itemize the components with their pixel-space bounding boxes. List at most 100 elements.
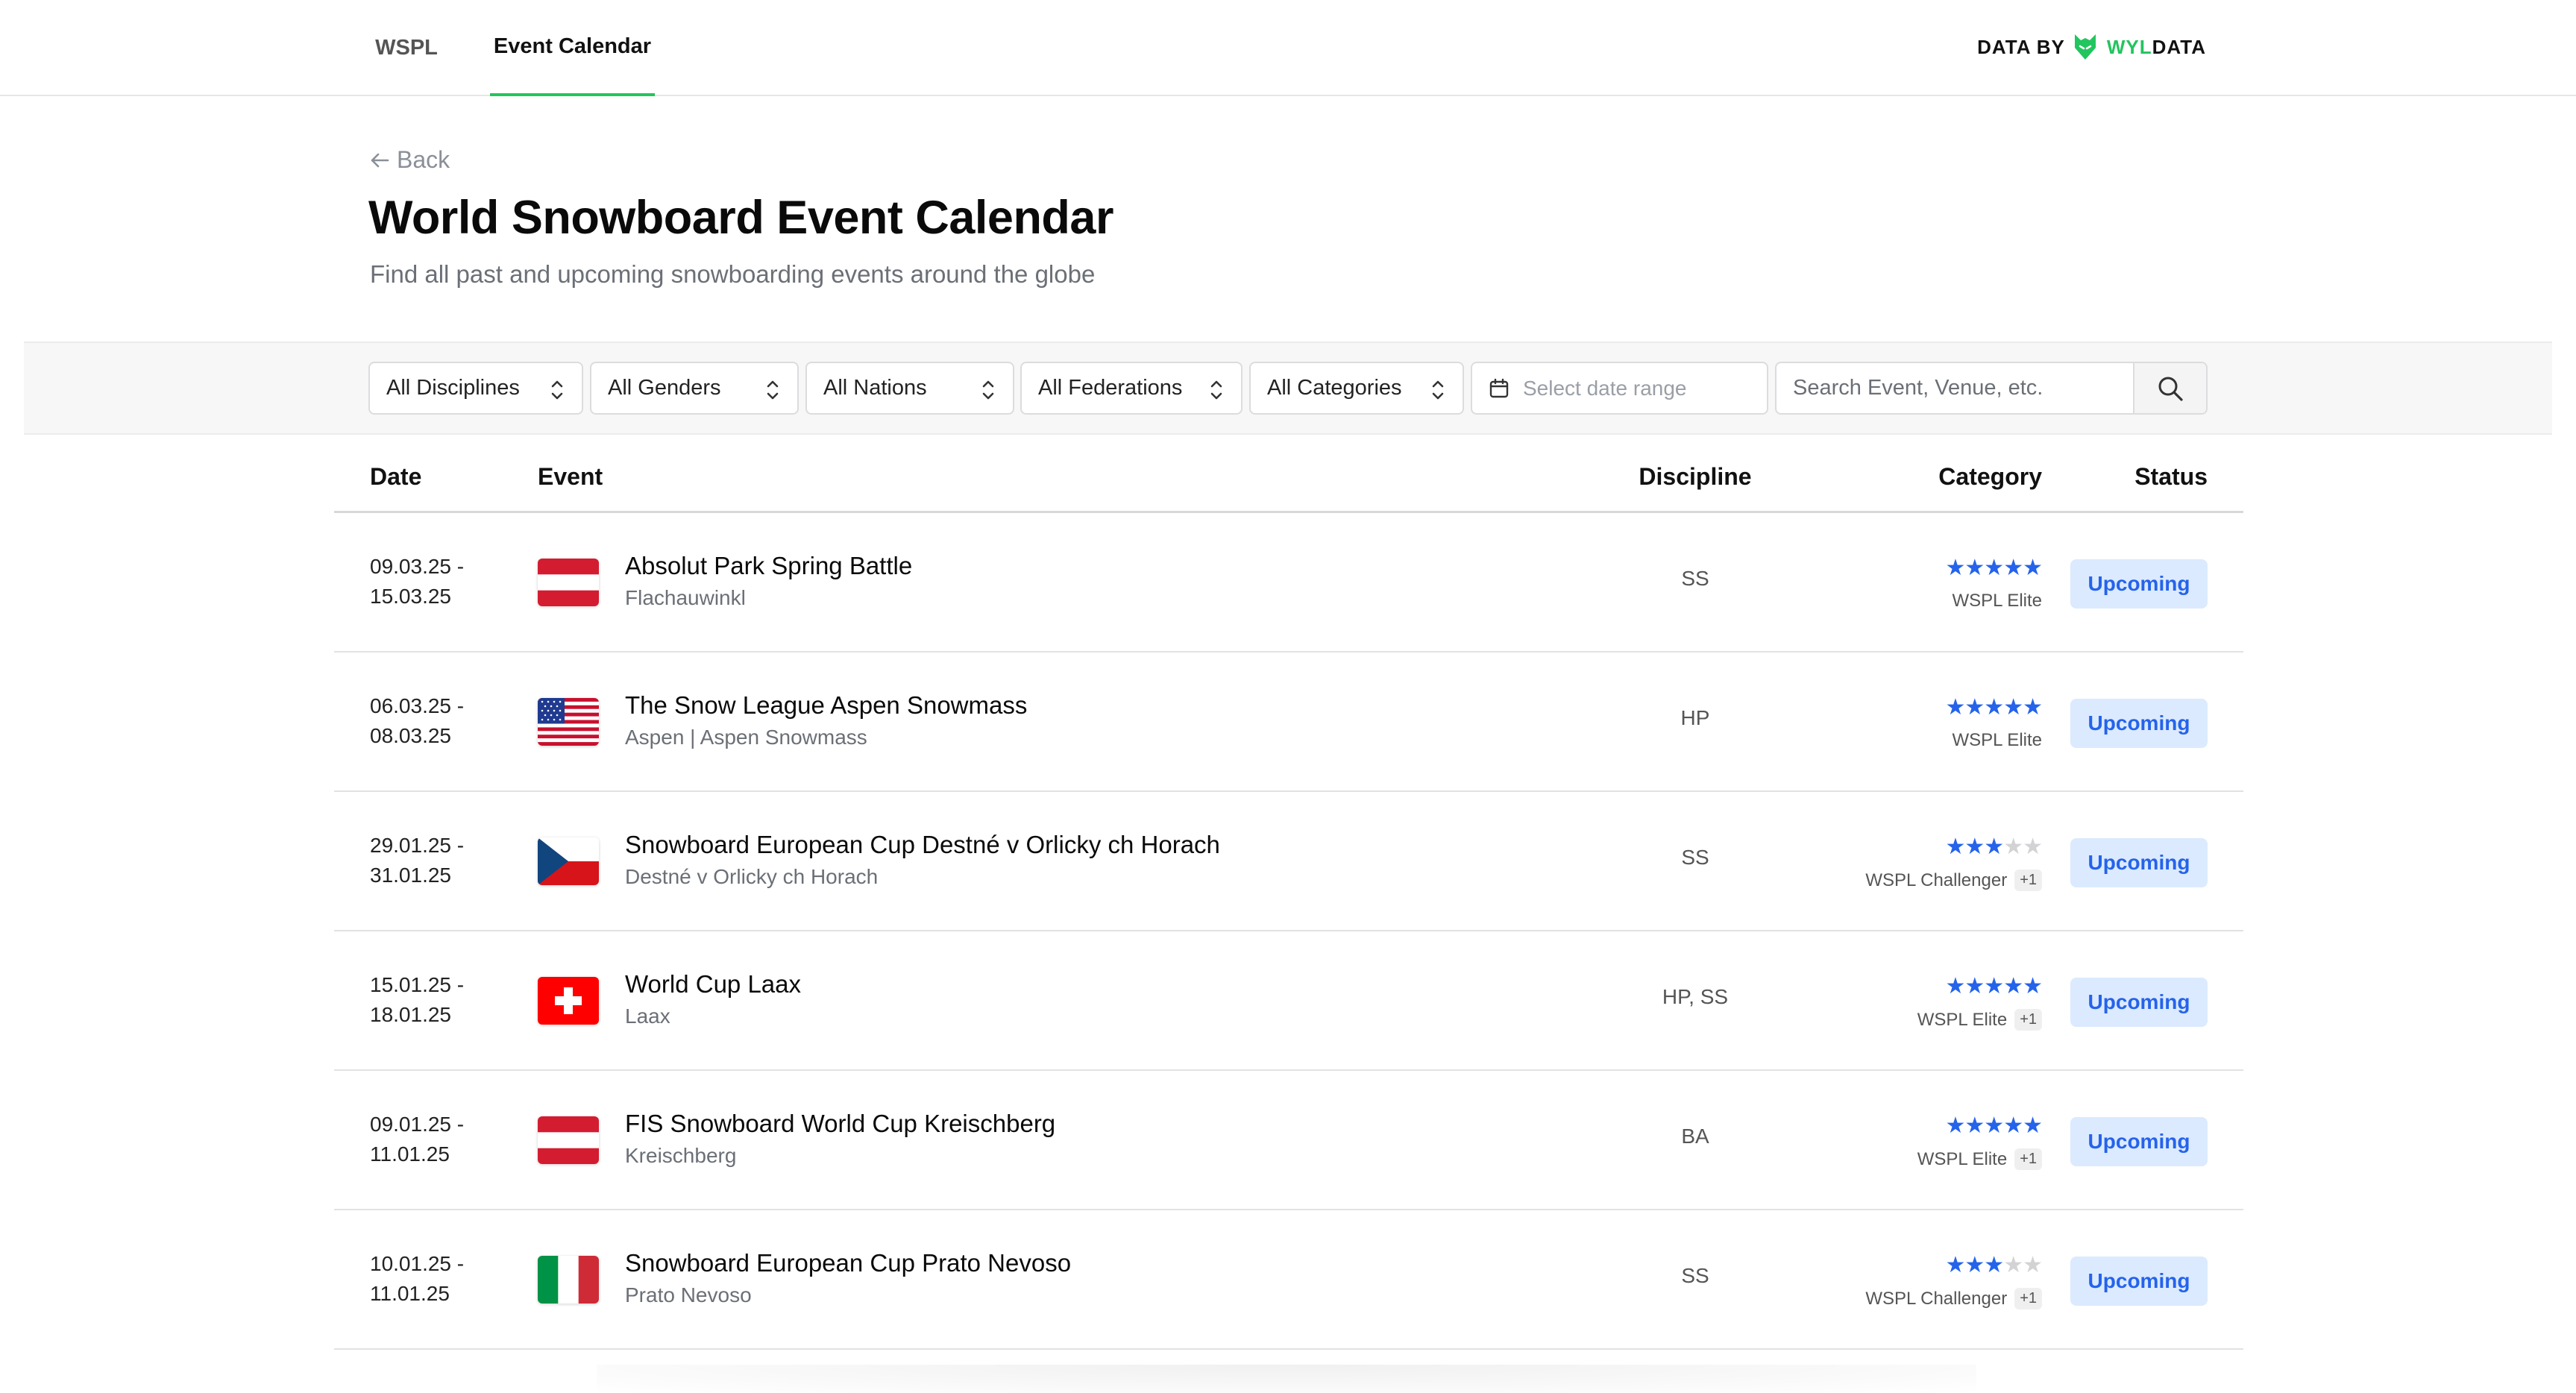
status-badge[interactable]: Upcoming xyxy=(2070,838,2208,887)
column-header-category[interactable]: Category xyxy=(1878,440,2042,513)
star-icon: ★ xyxy=(1964,1113,1985,1138)
category-star-rating: ★★★★★ xyxy=(1878,834,2043,859)
event-name-link[interactable]: Snowboard European Cup Destné v Orlicky … xyxy=(625,831,1220,859)
event-date-end: 08.03.25 xyxy=(370,724,451,747)
nation-flag xyxy=(538,1256,599,1304)
status-badge[interactable]: Upcoming xyxy=(2070,699,2208,748)
column-header-discipline[interactable]: Discipline xyxy=(1602,440,1788,513)
star-icon: ★ xyxy=(2003,556,2023,580)
table-row[interactable]: 10.01.25 - 11.01.25 Snowboard European Cu… xyxy=(334,1210,2243,1350)
tab-wspl[interactable]: WSPL xyxy=(362,0,451,96)
star-icon: ★ xyxy=(2003,974,2023,999)
disciplines-select-value: All Disciplines xyxy=(386,376,520,400)
nation-flag xyxy=(538,698,599,746)
star-icon: ★ xyxy=(1945,834,1965,859)
star-icon: ★ xyxy=(1984,834,2004,859)
event-name-link[interactable]: Absolut Park Spring Battle xyxy=(625,552,912,580)
event-discipline: HP xyxy=(1680,706,1710,729)
search-input[interactable] xyxy=(1777,363,2134,413)
category-label: WSPL Elite xyxy=(1917,1009,2008,1030)
table-row[interactable]: 09.03.25 - 15.03.25 Absolut Park Spring B… xyxy=(334,513,2243,653)
table-row[interactable]: 29.01.25 - 31.01.25 Snowboard European Cu… xyxy=(334,792,2243,931)
category-star-rating: ★★★★★ xyxy=(1878,1253,2043,1277)
category-label-group: WSPL Elite +1 xyxy=(1751,1009,2042,1031)
column-header-date[interactable]: Date xyxy=(370,440,421,513)
search-button[interactable] xyxy=(2133,363,2206,413)
event-date-end: 11.01.25 xyxy=(370,1142,450,1166)
table-row[interactable]: 06.03.25 - 08.03.25 The Snow League Aspen… xyxy=(334,653,2243,792)
page-title: World Snowboard Event Calendar xyxy=(368,192,1113,244)
event-date: 10.01.25 - 11.01.25 xyxy=(370,1249,504,1309)
event-date-end: 31.01.25 xyxy=(370,864,451,887)
austria-flag-icon xyxy=(538,1116,599,1164)
star-icon: ★ xyxy=(1945,556,1965,580)
event-date: 06.03.25 - 08.03.25 xyxy=(370,691,504,751)
event-name-link[interactable]: Snowboard European Cup Prato Nevoso xyxy=(625,1249,1071,1277)
event-discipline: SS xyxy=(1681,846,1709,869)
event-date-start: 09.03.25 - xyxy=(370,555,465,578)
event-date-end: 15.03.25 xyxy=(370,585,451,608)
column-header-event[interactable]: Event xyxy=(538,440,603,513)
star-icon: ★ xyxy=(1945,974,1965,999)
category-extra-badge[interactable]: +1 xyxy=(2014,1148,2042,1170)
category-extra-badge[interactable]: +1 xyxy=(2014,1009,2042,1031)
date-range-input[interactable] xyxy=(1523,376,1747,400)
date-range-picker[interactable] xyxy=(1471,362,1768,415)
category-label: WSPL Elite xyxy=(1917,1148,2008,1169)
nations-select[interactable]: All Nations xyxy=(805,362,1014,415)
status-badge[interactable]: Upcoming xyxy=(2070,978,2208,1027)
event-date-end: 11.01.25 xyxy=(370,1282,450,1305)
event-name-link[interactable]: FIS Snowboard World Cup Kreischberg xyxy=(625,1110,1055,1138)
table-row[interactable]: 09.01.25 - 11.01.25 FIS Snowboard World C… xyxy=(334,1071,2243,1210)
categories-select-value: All Categories xyxy=(1267,376,1402,400)
back-link[interactable]: Back xyxy=(368,146,450,174)
genders-select[interactable]: All Genders xyxy=(590,362,799,415)
event-discipline: BA xyxy=(1681,1125,1709,1148)
event-name-link[interactable]: The Snow League Aspen Snowmass xyxy=(625,691,1027,720)
star-icon: ★ xyxy=(2023,556,2043,580)
top-navigation: WSPL Event Calendar DATA BY WYL DATA xyxy=(0,0,2576,96)
column-header-status[interactable]: Status xyxy=(2064,440,2208,513)
table-row[interactable]: 15.01.25 - 18.01.25 World Cup Laax Laax H… xyxy=(334,931,2243,1071)
star-icon: ★ xyxy=(1984,1253,2004,1277)
arrow-left-icon xyxy=(371,153,389,167)
tab-event-calendar[interactable]: Event Calendar xyxy=(490,0,655,96)
event-date-start: 15.01.25 - xyxy=(370,973,465,996)
event-discipline: SS xyxy=(1681,567,1709,590)
category-star-rating: ★★★★★ xyxy=(1878,1113,2043,1138)
star-icon: ★ xyxy=(1945,1253,1965,1277)
brand-logo[interactable]: DATA BY WYL DATA xyxy=(1977,33,2206,61)
nation-flag xyxy=(538,559,599,606)
event-venue: Destné v Orlicky ch Horach xyxy=(625,865,879,888)
star-icon: ★ xyxy=(2023,1113,2043,1138)
categories-select[interactable]: All Categories xyxy=(1249,362,1464,415)
category-extra-badge[interactable]: +1 xyxy=(2014,1288,2042,1309)
star-icon: ★ xyxy=(2003,1253,2023,1277)
austria-flag-icon xyxy=(538,559,599,606)
status-badge[interactable]: Upcoming xyxy=(2070,559,2208,609)
wolf-logo-icon xyxy=(2074,34,2096,60)
star-icon: ★ xyxy=(2003,695,2023,720)
disciplines-select[interactable]: All Disciplines xyxy=(368,362,583,415)
search-box xyxy=(1775,362,2208,415)
category-extra-badge[interactable]: +1 xyxy=(2014,870,2042,891)
event-date: 15.01.25 - 18.01.25 xyxy=(370,970,504,1030)
star-icon: ★ xyxy=(1984,556,2004,580)
page-subtitle: Find all past and upcoming snowboarding … xyxy=(370,260,1096,288)
event-name-link[interactable]: World Cup Laax xyxy=(625,970,801,999)
nations-select-value: All Nations xyxy=(823,376,927,400)
event-date-start: 29.01.25 - xyxy=(370,834,465,857)
genders-select-value: All Genders xyxy=(608,376,721,400)
status-badge[interactable]: Upcoming xyxy=(2070,1257,2208,1306)
status-badge[interactable]: Upcoming xyxy=(2070,1117,2208,1166)
star-icon: ★ xyxy=(1945,1113,1965,1138)
category-label: WSPL Elite xyxy=(1952,591,2042,611)
star-icon: ★ xyxy=(1945,695,1965,720)
brand-data: DATA xyxy=(2152,35,2206,58)
federations-select[interactable]: All Federations xyxy=(1020,362,1243,415)
event-venue: Flachauwinkl xyxy=(625,586,746,609)
brand-data-by: DATA BY xyxy=(1977,35,2065,58)
event-date-end: 18.01.25 xyxy=(370,1003,451,1026)
category-label: WSPL Elite xyxy=(1952,730,2042,750)
event-date-start: 10.01.25 - xyxy=(370,1252,465,1275)
